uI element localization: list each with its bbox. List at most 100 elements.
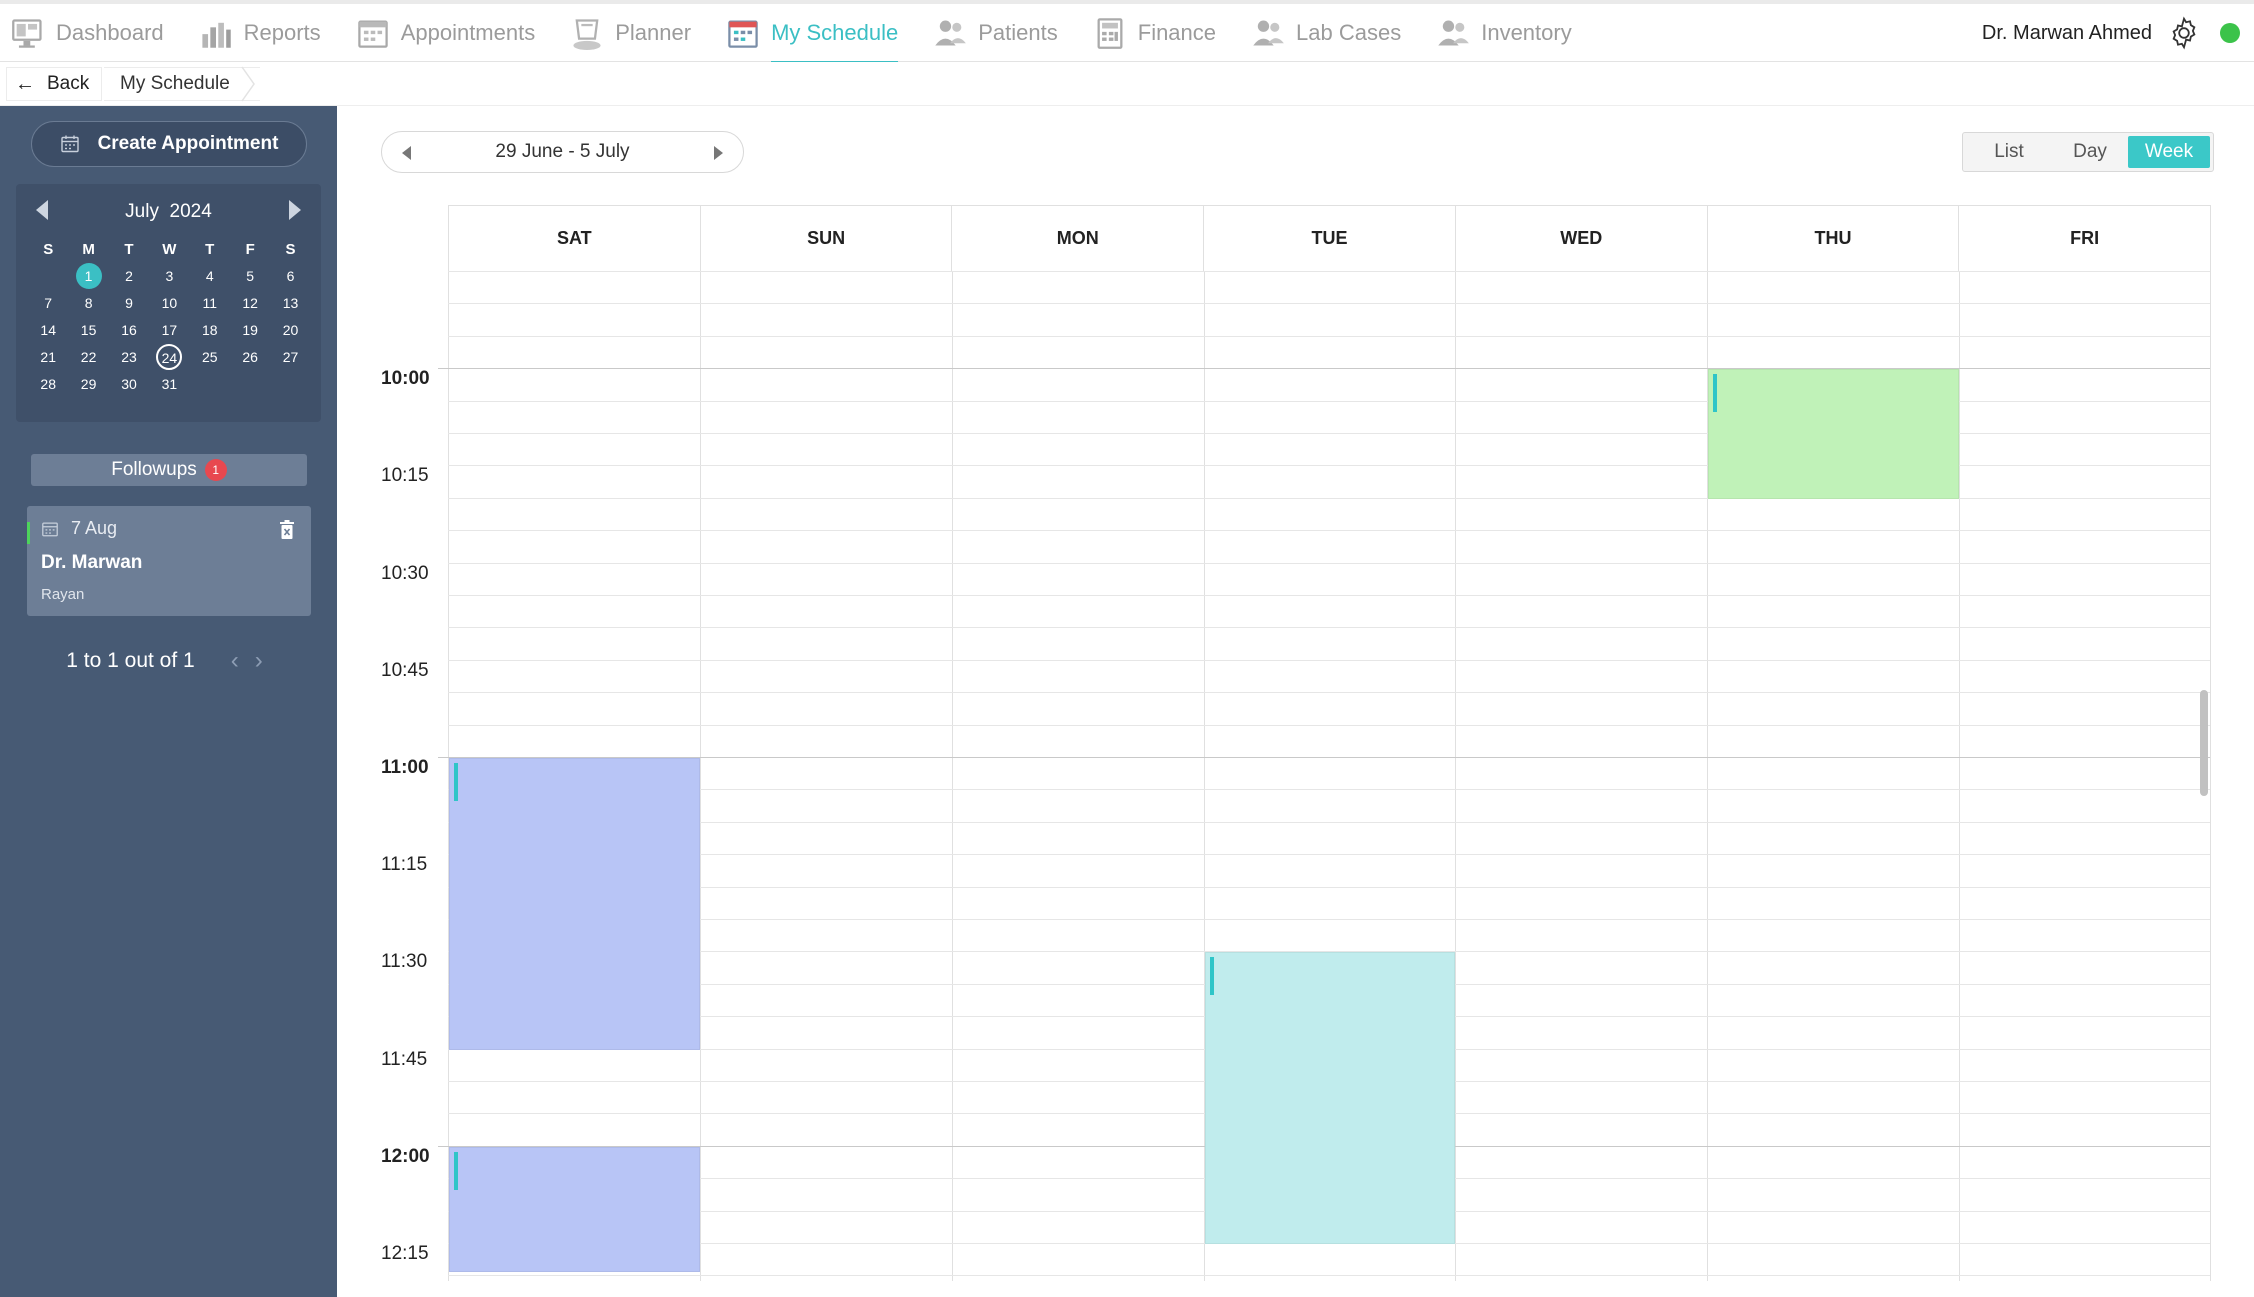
day-header-sun[interactable]: SUN	[699, 206, 952, 271]
calendar-day[interactable]: 27	[270, 344, 310, 371]
calendar-day[interactable]: 26	[230, 344, 270, 371]
calendar-day[interactable]: 8	[68, 290, 108, 317]
appointment-event[interactable]	[449, 758, 700, 1050]
back-label: Back	[47, 73, 90, 94]
nav-item-planner[interactable]: Planner	[569, 4, 691, 62]
slot-line	[448, 886, 2210, 888]
nav-items: Dashboard Reports Appointments Planner My Sc…	[10, 4, 1606, 64]
calendar-day[interactable]: 31	[149, 371, 189, 398]
calendar-day-number: 31	[161, 376, 178, 392]
user-name[interactable]: Dr. Marwan Ahmed	[1982, 22, 2152, 45]
calendar-day[interactable]: 23	[109, 344, 149, 371]
calendar-day[interactable]: 25	[190, 344, 230, 371]
calendar-day[interactable]: 24	[149, 344, 189, 371]
calendar-day[interactable]: 15	[68, 317, 108, 344]
calendar-day[interactable]: 7	[28, 290, 68, 317]
gear-icon[interactable]	[2166, 15, 2202, 51]
calendar-day-number: 4	[205, 268, 214, 284]
appointment-event[interactable]	[1204, 952, 1456, 1244]
column-divider	[699, 271, 701, 1281]
followup-item[interactable]: 7 Aug Dr. Marwan Rayan	[27, 506, 311, 616]
prev-week-button[interactable]	[402, 146, 411, 160]
slot-line	[448, 562, 2210, 564]
day-header-sat[interactable]: SAT	[448, 206, 700, 271]
nav-item-appointments[interactable]: Appointments	[355, 4, 535, 62]
nav-item-label: Lab Cases	[1296, 20, 1402, 45]
calendar-day[interactable]: 19	[230, 317, 270, 344]
calendar-week-row: 7 8 9 10 11 12 13	[28, 290, 311, 317]
calendar-month: July	[125, 201, 159, 222]
scrollbar-thumb[interactable]	[2200, 690, 2208, 796]
slot-line	[448, 530, 2210, 532]
calendar-day[interactable]: 6	[270, 263, 310, 290]
nav-item-finance[interactable]: Finance	[1092, 4, 1216, 62]
calendar-day[interactable]: 21	[28, 344, 68, 371]
view-day-button[interactable]: Day	[2052, 136, 2128, 168]
calendar-day[interactable]: 1	[68, 263, 108, 290]
calendar-day[interactable]: 14	[28, 317, 68, 344]
calendar-next-month-button[interactable]	[289, 200, 301, 220]
nav-item-patients[interactable]: Patients	[932, 4, 1058, 62]
pager-next-button[interactable]: ›	[255, 647, 263, 675]
followups-button[interactable]: Followups 1	[31, 454, 307, 486]
calendar-day[interactable]: 20	[270, 317, 310, 344]
calendar-day-number: 23	[121, 349, 137, 365]
calendar-day[interactable]: 30	[109, 371, 149, 398]
next-week-button[interactable]	[714, 146, 723, 160]
appointment-event[interactable]	[449, 1146, 700, 1272]
calendar-empty-cell	[190, 371, 230, 398]
calendar-day[interactable]: 3	[149, 263, 189, 290]
calendar-day[interactable]: 22	[68, 344, 108, 371]
appointment-event[interactable]	[1708, 369, 1960, 499]
day-header-mon[interactable]: MON	[951, 206, 1203, 271]
day-header-thu[interactable]: THU	[1706, 206, 1959, 271]
nav-item-reports[interactable]: Reports	[198, 4, 321, 62]
slot-line	[448, 854, 2210, 856]
view-toggle: List Day Week	[1962, 132, 2214, 172]
slot-line	[448, 335, 2210, 337]
calendar-day[interactable]: 10	[149, 290, 189, 317]
nav-item-label: My Schedule	[771, 20, 899, 45]
trash-icon[interactable]	[279, 520, 295, 540]
nav-item-label: Inventory	[1481, 20, 1572, 45]
calendar-day[interactable]: 11	[190, 290, 230, 317]
view-week-button[interactable]: Week	[2128, 136, 2210, 168]
slot-line	[448, 821, 2210, 823]
time-grid	[438, 271, 2211, 1281]
slot-line	[448, 724, 2210, 726]
nav-item-inventory[interactable]: Inventory	[1435, 4, 1572, 62]
time-label: 10:30	[381, 562, 429, 584]
pager-prev-button[interactable]: ‹	[231, 647, 239, 675]
calendar-day[interactable]: 9	[109, 290, 149, 317]
calendar-day[interactable]: 12	[230, 290, 270, 317]
calendar-day[interactable]: 13	[270, 290, 310, 317]
week-range-navigator: 29 June - 5 July	[381, 131, 744, 173]
day-header-fri[interactable]: FRI	[1958, 206, 2212, 271]
calendar-day[interactable]: 5	[230, 263, 270, 290]
calendar-day-number: 21	[40, 349, 56, 365]
view-list-button[interactable]: List	[1966, 136, 2052, 168]
calendar-day-number: 5	[246, 268, 255, 284]
nav-item-dashboard[interactable]: Dashboard	[10, 4, 164, 62]
calendar-day[interactable]: 16	[109, 317, 149, 344]
calendar-day[interactable]: 4	[190, 263, 230, 290]
nav-item-my-schedule[interactable]: My Schedule	[725, 4, 899, 64]
calendar-empty-cell	[28, 263, 68, 290]
slot-line	[448, 595, 2210, 596]
back-button[interactable]: ← Back	[6, 67, 102, 101]
day-header-tue[interactable]: TUE	[1203, 206, 1455, 271]
calendar-day-number: 3	[165, 268, 174, 284]
nav-item-label: Finance	[1137, 20, 1217, 45]
create-appointment-button[interactable]: Create Appointment	[31, 121, 307, 167]
dashboard-icon	[12, 19, 42, 48]
calendar-day[interactable]: 29	[68, 371, 108, 398]
calendar-day[interactable]: 18	[190, 317, 230, 344]
followups-pager: 1 to 1 out of 1 ‹ ›	[0, 646, 337, 676]
calendar-day[interactable]: 28	[28, 371, 68, 398]
calendar-day[interactable]: 17	[149, 317, 189, 344]
calendar-week-row: 1 2 3 4 5 6	[28, 263, 311, 290]
calendar-day[interactable]: 2	[109, 263, 149, 290]
day-header-wed[interactable]: WED	[1454, 206, 1707, 271]
nav-item-lab-cases[interactable]: Lab Cases	[1250, 4, 1401, 62]
followup-doctor: Dr. Marwan	[41, 552, 143, 573]
